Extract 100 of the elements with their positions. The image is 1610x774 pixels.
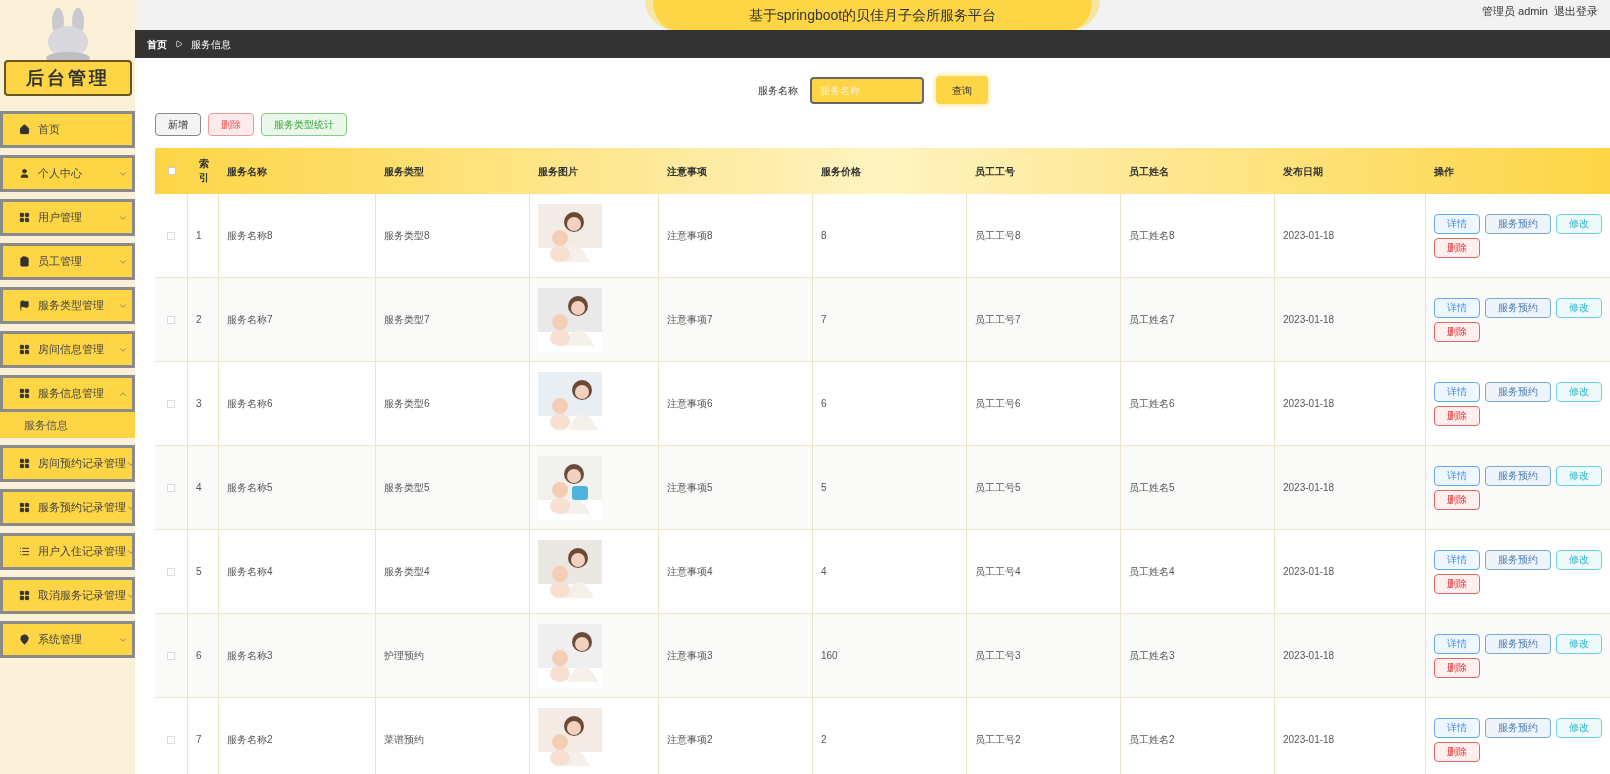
row-action-button[interactable]: 详情 — [1434, 381, 1480, 402]
row-action-button[interactable]: 服务预约 — [1485, 381, 1551, 402]
table-cell-text: 服务类型5 — [384, 481, 430, 495]
row-checkbox[interactable] — [167, 483, 175, 492]
table-cell-text: 员工工号4 — [975, 565, 1021, 579]
user-label: 管理员 admin — [1481, 4, 1548, 19]
grid-icon — [19, 502, 30, 513]
flag-icon — [19, 300, 30, 311]
table-cell-text: 员工工号5 — [975, 481, 1021, 495]
table-cell-text: 员工姓名6 — [1129, 397, 1175, 411]
table-cell-text: 服务名称5 — [227, 481, 273, 495]
table-cell-text: 4 — [821, 565, 827, 579]
row-action-button[interactable]: 删除 — [1434, 489, 1480, 510]
search-field[interactable]: 服务名称 — [809, 76, 924, 104]
table-cell-text: 服务名称4 — [227, 565, 273, 579]
menu-item[interactable]: 用户入住记录管理 — [0, 533, 135, 570]
row-checkbox[interactable] — [167, 651, 175, 660]
row-action-button[interactable]: 修改 — [1556, 549, 1602, 570]
header-checkbox[interactable] — [167, 167, 176, 175]
row-checkbox[interactable] — [167, 231, 175, 240]
table-cell-text: 注意事项6 — [667, 397, 713, 411]
grid-icon — [19, 388, 30, 399]
table-cell-text: 员工姓名3 — [1129, 649, 1175, 663]
menu-item[interactable]: 服务类型管理 — [0, 287, 135, 324]
table-cell-text: 注意事项3 — [667, 649, 713, 663]
table-cell-text: 2 — [196, 313, 202, 327]
table-cell-text: 7 — [821, 313, 827, 327]
column-header: 服务名称 — [227, 164, 267, 179]
menu-item[interactable]: 房间预约记录管理 — [0, 445, 135, 482]
row-action-button[interactable]: 修改 — [1556, 633, 1602, 654]
table-cell-text: 2023-01-18 — [1283, 481, 1335, 495]
table-cell-text: 员工姓名4 — [1129, 565, 1175, 579]
menu-item[interactable]: 房间信息管理 — [0, 331, 135, 368]
column-header: 操作 — [1434, 164, 1454, 179]
row-action-button[interactable]: 修改 — [1556, 381, 1602, 402]
menu-item[interactable]: 系统管理 — [0, 621, 135, 658]
menu-item[interactable]: 首页 — [0, 111, 135, 148]
table-cell-text: 服务类型6 — [384, 397, 430, 411]
table-cell-text: 注意事项2 — [667, 733, 713, 747]
row-action-button[interactable]: 详情 — [1434, 633, 1480, 654]
table-cell-text: 8 — [821, 229, 827, 243]
table-cell-text: 服务类型7 — [384, 313, 430, 327]
table-cell-text: 6 — [196, 649, 202, 663]
column-header: 服务类型 — [384, 164, 424, 179]
list-icon — [19, 546, 30, 557]
row-action-button[interactable]: 服务预约 — [1485, 717, 1551, 738]
menu-item[interactable]: 个人中心 — [0, 155, 135, 192]
row-action-button[interactable]: 删除 — [1434, 657, 1480, 678]
row-action-button[interactable]: 服务预约 — [1485, 549, 1551, 570]
row-action-button[interactable]: 修改 — [1556, 465, 1602, 486]
table-cell-text: 服务名称2 — [227, 733, 273, 747]
clipboard-icon — [19, 256, 30, 267]
row-action-button[interactable]: 修改 — [1556, 213, 1602, 234]
table-cell-text: 护理预约 — [384, 649, 424, 663]
row-checkbox[interactable] — [167, 567, 175, 576]
pin-icon — [19, 634, 30, 645]
table-cell-text: 员工工号8 — [975, 229, 1021, 243]
search-button[interactable]: 查询 — [935, 76, 988, 104]
table-cell-text: 2023-01-18 — [1283, 733, 1335, 747]
column-header: 服务价格 — [821, 164, 861, 179]
row-action-button[interactable]: 删除 — [1434, 321, 1480, 342]
row-action-button[interactable]: 详情 — [1434, 213, 1480, 234]
menu-item[interactable]: 用户管理 — [0, 199, 135, 236]
table-cell-text: 员工姓名5 — [1129, 481, 1175, 495]
row-action-button[interactable]: 服务预约 — [1485, 297, 1551, 318]
table-cell-text: 4 — [196, 481, 202, 495]
table-cell-text: 7 — [196, 733, 202, 747]
row-action-button[interactable]: 删除 — [1434, 741, 1480, 762]
toolbar-button[interactable]: 新增 — [155, 113, 201, 136]
row-action-button[interactable]: 详情 — [1434, 297, 1480, 318]
row-checkbox[interactable] — [167, 315, 175, 324]
row-action-button[interactable]: 服务预约 — [1485, 465, 1551, 486]
row-action-button[interactable]: 修改 — [1556, 297, 1602, 318]
row-action-button[interactable]: 删除 — [1434, 573, 1480, 594]
row-action-button[interactable]: 服务预约 — [1485, 213, 1551, 234]
menu-item[interactable]: 员工管理 — [0, 243, 135, 280]
row-checkbox[interactable] — [167, 399, 175, 408]
row-action-button[interactable]: 详情 — [1434, 465, 1480, 486]
table-cell-text: 服务类型4 — [384, 565, 430, 579]
row-action-button[interactable]: 删除 — [1434, 237, 1480, 258]
row-action-button[interactable]: 详情 — [1434, 717, 1480, 738]
menu-item[interactable]: 服务信息管理 — [0, 375, 135, 412]
row-action-button[interactable]: 删除 — [1434, 405, 1480, 426]
logout-link[interactable]: 退出登录 — [1554, 3, 1598, 20]
table-cell-text: 员工姓名8 — [1129, 229, 1175, 243]
row-action-button[interactable]: 详情 — [1434, 549, 1480, 570]
submenu-item[interactable]: 服务信息 — [0, 412, 135, 438]
toolbar-button[interactable]: 删除 — [208, 113, 254, 136]
menu-item[interactable]: 服务预约记录管理 — [0, 489, 135, 526]
table-cell-text: 员工工号2 — [975, 733, 1021, 747]
table-cell-text: 注意事项4 — [667, 565, 713, 579]
grid-icon — [19, 590, 30, 601]
toolbar-button[interactable]: 服务类型统计 — [261, 113, 347, 136]
breadcrumb-link[interactable]: 首页 — [147, 36, 167, 52]
row-checkbox[interactable] — [167, 735, 175, 744]
table-cell-text: 2 — [821, 733, 827, 747]
title-banner: 基于springboot的贝佳月子会所服务平台 — [644, 0, 1101, 30]
menu-item[interactable]: 取消服务记录管理 — [0, 577, 135, 614]
row-action-button[interactable]: 修改 — [1556, 717, 1602, 738]
row-action-button[interactable]: 服务预约 — [1485, 633, 1551, 654]
